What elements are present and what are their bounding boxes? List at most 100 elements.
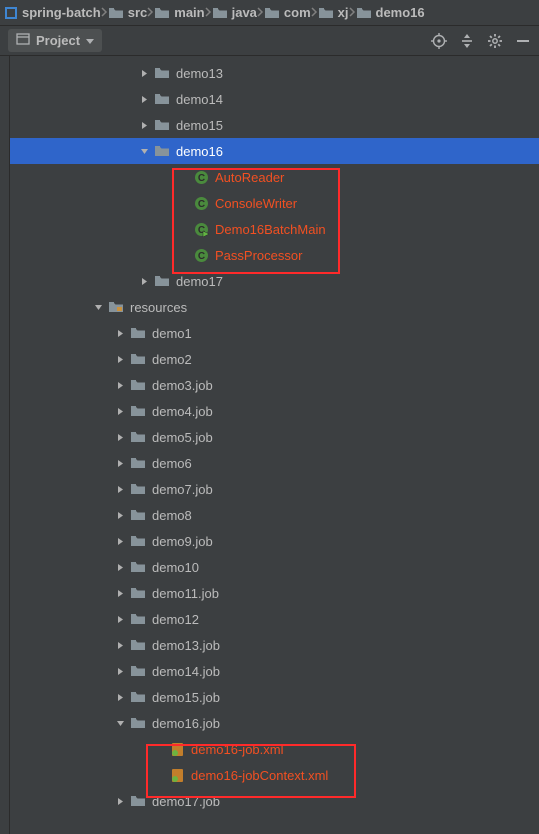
tree-node[interactable]: demo16.job bbox=[10, 710, 539, 736]
tree-node[interactable]: demo3.job bbox=[10, 372, 539, 398]
chevron-right-icon bbox=[257, 5, 264, 20]
tree-node-label: demo2 bbox=[152, 352, 192, 367]
expand-arrow-icon[interactable] bbox=[138, 277, 150, 286]
collapse-arrow-icon[interactable] bbox=[92, 303, 104, 312]
tree-node[interactable]: demo16-jobContext.xml bbox=[10, 762, 539, 788]
expand-arrow-icon[interactable] bbox=[114, 563, 126, 572]
expand-arrow-icon[interactable] bbox=[114, 537, 126, 546]
expand-arrow-icon[interactable] bbox=[138, 121, 150, 130]
tree-node-label: demo15.job bbox=[152, 690, 220, 705]
expand-arrow-icon[interactable] bbox=[114, 459, 126, 468]
folder-icon bbox=[130, 352, 146, 366]
breadcrumb-label: spring-batch bbox=[22, 5, 101, 20]
folder-icon bbox=[154, 6, 170, 20]
class-icon: C bbox=[194, 196, 209, 211]
project-label-text: Project bbox=[36, 33, 80, 48]
breadcrumb-item[interactable]: java bbox=[212, 5, 257, 20]
tree-node[interactable]: CConsoleWriter bbox=[10, 190, 539, 216]
breadcrumb-label: main bbox=[174, 5, 204, 20]
expand-arrow-icon[interactable] bbox=[138, 69, 150, 78]
collapse-arrow-icon[interactable] bbox=[114, 719, 126, 728]
hide-icon[interactable] bbox=[515, 33, 531, 49]
tree-node[interactable]: demo11.job bbox=[10, 580, 539, 606]
chevron-right-icon bbox=[205, 5, 212, 20]
tree-node-label: demo16-jobContext.xml bbox=[191, 768, 328, 783]
expand-arrow-icon[interactable] bbox=[114, 329, 126, 338]
folder-icon bbox=[154, 66, 170, 80]
tree-node-label: demo6 bbox=[152, 456, 192, 471]
expand-arrow-icon[interactable] bbox=[114, 381, 126, 390]
tree-node[interactable]: demo14 bbox=[10, 86, 539, 112]
expand-arrow-icon[interactable] bbox=[114, 355, 126, 364]
tree-node[interactable]: demo17 bbox=[10, 268, 539, 294]
tree-node-label: demo4.job bbox=[152, 404, 213, 419]
folder-icon bbox=[212, 6, 228, 20]
tree-node[interactable]: demo10 bbox=[10, 554, 539, 580]
tree-node[interactable]: demo2 bbox=[10, 346, 539, 372]
spring-icon bbox=[170, 742, 185, 757]
expand-arrow-icon[interactable] bbox=[114, 693, 126, 702]
breadcrumb-label: xj bbox=[338, 5, 349, 20]
expand-arrow-icon[interactable] bbox=[138, 95, 150, 104]
tree-node[interactable]: demo5.job bbox=[10, 424, 539, 450]
tree-node[interactable]: resources bbox=[10, 294, 539, 320]
tree-node[interactable]: CDemo16BatchMain bbox=[10, 216, 539, 242]
tree-node[interactable]: demo4.job bbox=[10, 398, 539, 424]
breadcrumb-item[interactable]: main bbox=[154, 5, 204, 20]
tree-node-label: demo3.job bbox=[152, 378, 213, 393]
expand-arrow-icon[interactable] bbox=[114, 589, 126, 598]
folder-icon bbox=[264, 6, 280, 20]
tree-node-label: demo15 bbox=[176, 118, 223, 133]
tree-node[interactable]: demo12 bbox=[10, 606, 539, 632]
expand-arrow-icon[interactable] bbox=[114, 667, 126, 676]
folder-icon bbox=[154, 92, 170, 106]
tree-node-label: AutoReader bbox=[215, 170, 284, 185]
folder-icon bbox=[130, 378, 146, 392]
tree-node[interactable]: demo1 bbox=[10, 320, 539, 346]
tree-node[interactable]: demo16-job.xml bbox=[10, 736, 539, 762]
tree-node[interactable]: demo7.job bbox=[10, 476, 539, 502]
gear-icon[interactable] bbox=[487, 33, 503, 49]
resources-icon bbox=[108, 300, 124, 314]
tree-node[interactable]: demo13.job bbox=[10, 632, 539, 658]
breadcrumb-item[interactable]: xj bbox=[318, 5, 349, 20]
tree-node-label: demo11.job bbox=[152, 586, 219, 601]
chevron-right-icon bbox=[349, 5, 356, 20]
expand-arrow-icon[interactable] bbox=[114, 797, 126, 806]
expand-arrow-icon[interactable] bbox=[114, 641, 126, 650]
breadcrumb-item[interactable]: demo16 bbox=[356, 5, 425, 20]
tree-node[interactable]: demo14.job bbox=[10, 658, 539, 684]
folder-icon bbox=[130, 326, 146, 340]
tree-node[interactable]: C AutoReader bbox=[10, 164, 539, 190]
expand-arrow-icon[interactable] bbox=[114, 485, 126, 494]
expand-all-icon[interactable] bbox=[459, 33, 475, 49]
expand-arrow-icon[interactable] bbox=[114, 511, 126, 520]
expand-arrow-icon[interactable] bbox=[114, 407, 126, 416]
tree-node[interactable]: demo9.job bbox=[10, 528, 539, 554]
tree-node-label: demo14.job bbox=[152, 664, 220, 679]
tree-node[interactable]: demo13 bbox=[10, 60, 539, 86]
breadcrumb: spring-batch src main javacom xj demo16 bbox=[0, 0, 539, 26]
tree-node[interactable]: demo17.job bbox=[10, 788, 539, 814]
collapse-arrow-icon[interactable] bbox=[138, 147, 150, 156]
expand-arrow-icon[interactable] bbox=[114, 433, 126, 442]
folder-icon bbox=[130, 560, 146, 574]
project-view-selector[interactable]: Project bbox=[8, 29, 102, 52]
left-tool-strip bbox=[0, 56, 10, 834]
class-icon: C bbox=[194, 170, 209, 185]
locate-icon[interactable] bbox=[431, 33, 447, 49]
tree-node[interactable]: CPassProcessor bbox=[10, 242, 539, 268]
tree-node[interactable]: demo6 bbox=[10, 450, 539, 476]
tree-node[interactable]: demo15 bbox=[10, 112, 539, 138]
project-tree[interactable]: demo13demo14 demo15 demo16 C AutoReader CCons… bbox=[10, 56, 539, 814]
breadcrumb-item[interactable]: src bbox=[108, 5, 148, 20]
folder-icon bbox=[130, 482, 146, 496]
breadcrumb-item[interactable]: spring-batch bbox=[4, 5, 101, 20]
tree-node[interactable]: demo15.job bbox=[10, 684, 539, 710]
tree-node[interactable]: demo8 bbox=[10, 502, 539, 528]
spring-icon bbox=[170, 768, 185, 783]
tree-node[interactable]: demo16 bbox=[10, 138, 539, 164]
breadcrumb-item[interactable]: com bbox=[264, 5, 311, 20]
expand-arrow-icon[interactable] bbox=[114, 615, 126, 624]
folder-icon bbox=[154, 118, 170, 132]
